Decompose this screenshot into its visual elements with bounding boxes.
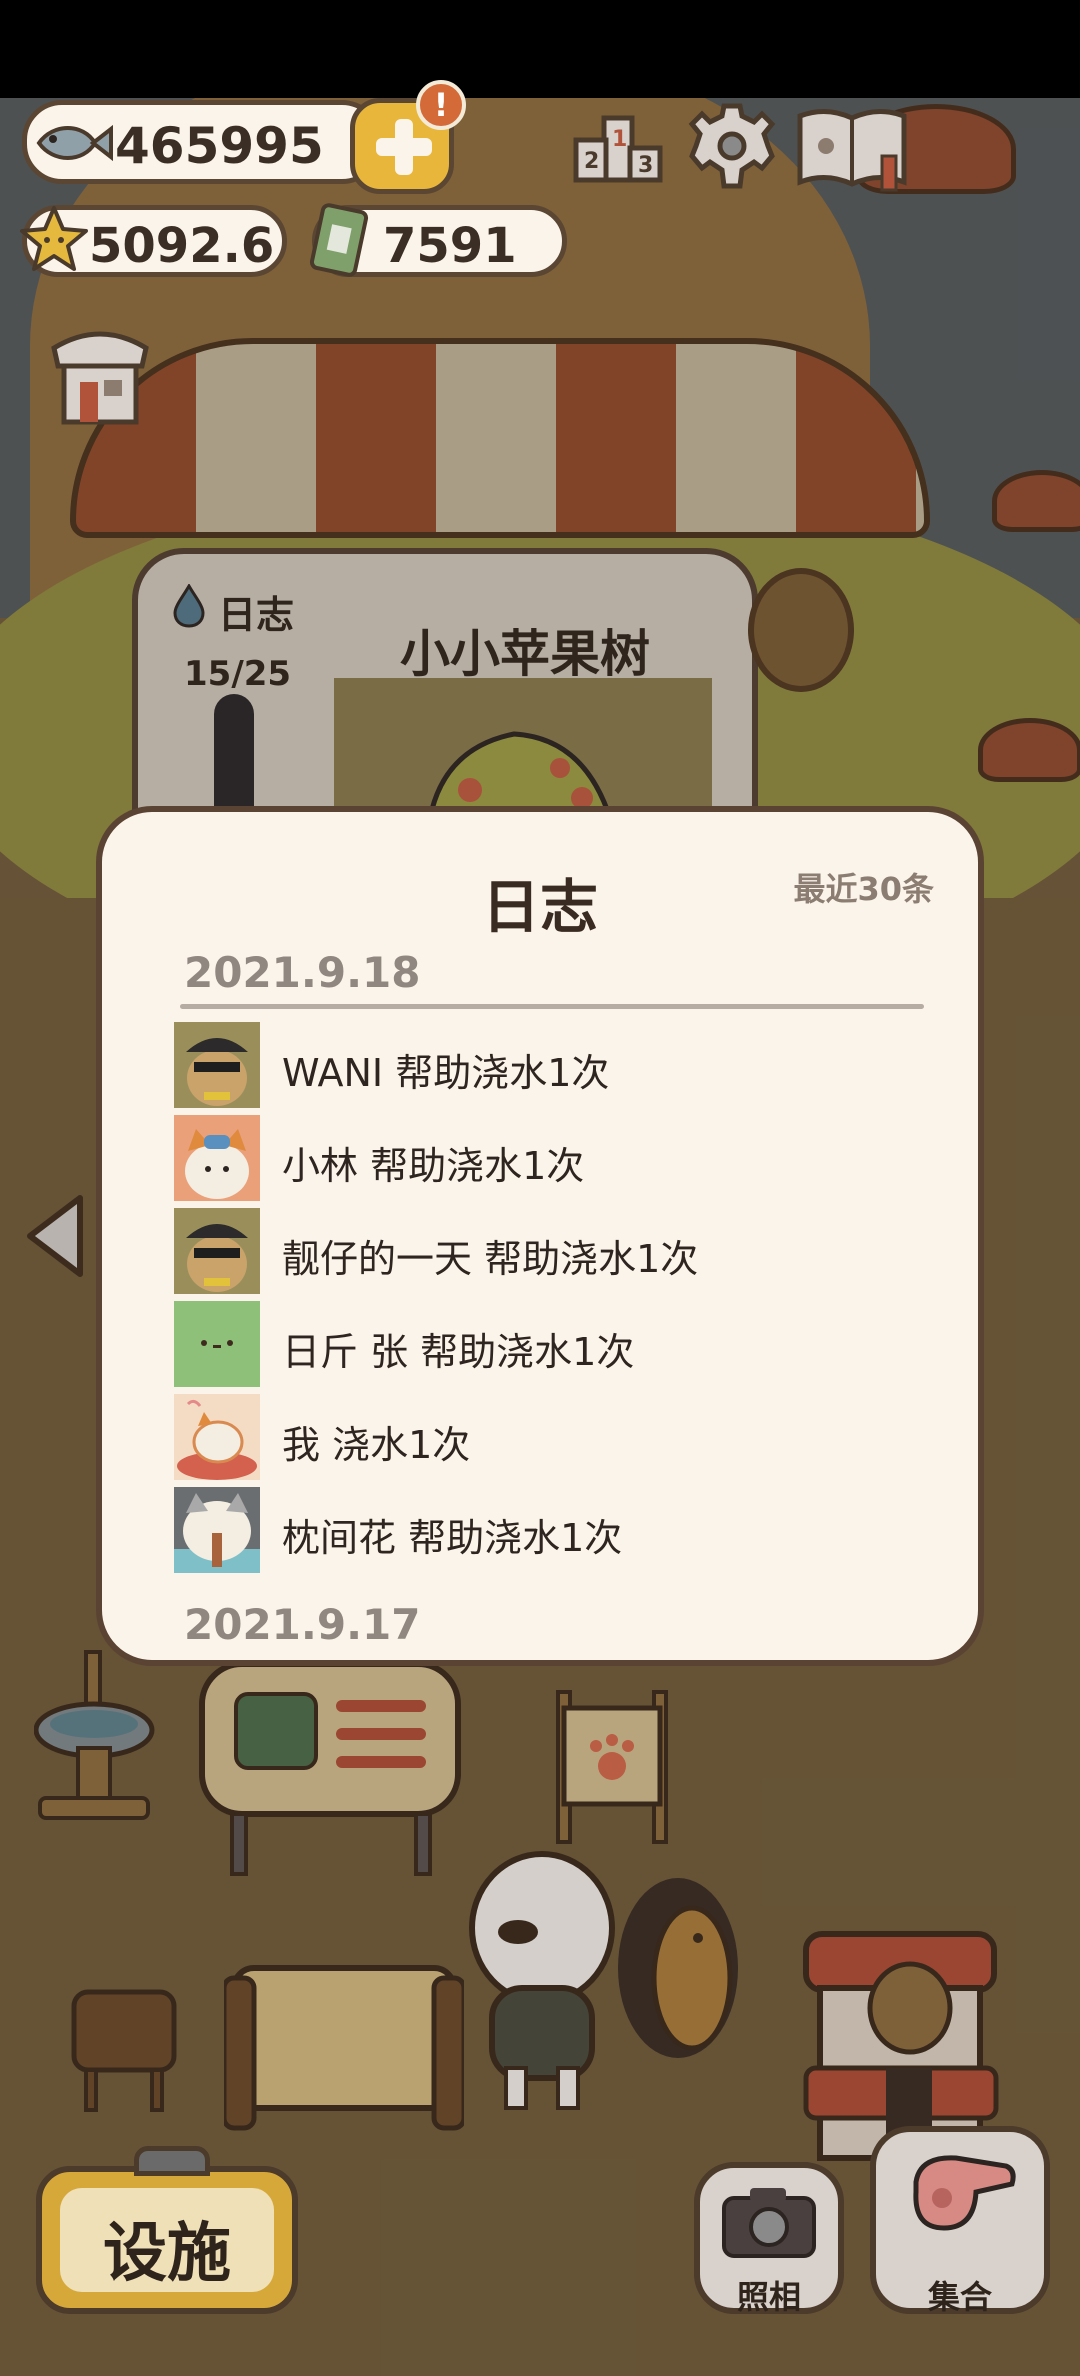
- leaderboard-icon[interactable]: 1 2 3: [570, 96, 666, 196]
- shop-icon[interactable]: [46, 320, 154, 430]
- recent-count-label: 最近30条: [793, 870, 934, 908]
- log-entry-text: 小林 帮助浇水1次: [282, 1144, 585, 1188]
- fish-count: 465995: [115, 117, 324, 175]
- handbook-icon[interactable]: [792, 96, 912, 196]
- gather-label: 集合: [927, 2278, 992, 2316]
- log-entry-text: 枕间花 帮助浇水1次: [282, 1516, 623, 1560]
- ticket-count: 7591: [383, 218, 517, 274]
- fish-icon: [36, 124, 113, 162]
- date-divider: [180, 1004, 924, 1009]
- ticket-currency: 7591: [309, 203, 567, 277]
- gather-button[interactable]: 集合: [870, 2126, 1050, 2316]
- log-entry-text: 日斤 张 帮助浇水1次: [282, 1330, 635, 1374]
- date-header: 2021.9.17: [184, 1600, 421, 1649]
- camera-icon: [722, 2188, 816, 2258]
- avatar: [174, 1394, 260, 1480]
- tree-card-log-label[interactable]: 日志: [218, 584, 294, 639]
- svg-text:1: 1: [612, 127, 627, 152]
- tree-name: 小小苹果树: [400, 625, 650, 683]
- facility-button[interactable]: 设施: [36, 2146, 298, 2314]
- avatar: [174, 1115, 260, 1201]
- log-entry-text: 我 浇水1次: [282, 1423, 471, 1467]
- star-count: 5092.6: [89, 218, 275, 274]
- status-bar: [0, 0, 1080, 98]
- log-entry-text: WANI 帮助浇水1次: [282, 1051, 610, 1095]
- star-currency: 5092.6: [20, 205, 287, 277]
- avatar: [174, 1487, 260, 1573]
- avatar: [174, 1301, 260, 1387]
- water-drop-icon: [173, 584, 205, 628]
- whistle-icon: [913, 2155, 1016, 2231]
- settings-gear-icon[interactable]: [686, 96, 778, 196]
- round-window: [748, 568, 854, 692]
- star-icon: [20, 206, 88, 271]
- avatar: [174, 1208, 260, 1294]
- log-item: 小林 帮助浇水1次: [174, 1115, 934, 1201]
- left-arrow-icon[interactable]: [20, 1190, 90, 1282]
- facility-label: 设施: [103, 2217, 231, 2291]
- log-entry-text: 靓仔的一天 帮助浇水1次: [282, 1237, 699, 1281]
- facility-button-inner: 设施: [60, 2188, 274, 2292]
- ticket-icon: [309, 203, 369, 277]
- clipboard-clip: [134, 2146, 210, 2176]
- log-item: 靓仔的一天 帮助浇水1次: [174, 1208, 934, 1294]
- avatar: [174, 1022, 260, 1108]
- log-item: 我 浇水1次: [174, 1394, 934, 1480]
- svg-text:2: 2: [584, 149, 599, 174]
- log-item: WANI 帮助浇水1次: [174, 1022, 934, 1108]
- photo-button[interactable]: 照相: [694, 2162, 844, 2316]
- log-item: 枕间花 帮助浇水1次: [174, 1487, 934, 1573]
- photo-label: 照相: [736, 2278, 801, 2316]
- date-header: 2021.9.18: [184, 948, 421, 997]
- alert-badge: !: [416, 80, 466, 130]
- log-item: 日斤 张 帮助浇水1次: [174, 1301, 934, 1387]
- fish-currency: 465995: [22, 100, 382, 184]
- tree-info-card: 日志 15/25 小小苹果树: [132, 548, 758, 858]
- water-progress: 15/25: [184, 654, 292, 694]
- log-dialog: 日志 最近30条 2021.9.18 WANI 帮助浇水1次 小林 帮助浇水1次…: [96, 806, 984, 1666]
- svg-text:3: 3: [638, 153, 653, 178]
